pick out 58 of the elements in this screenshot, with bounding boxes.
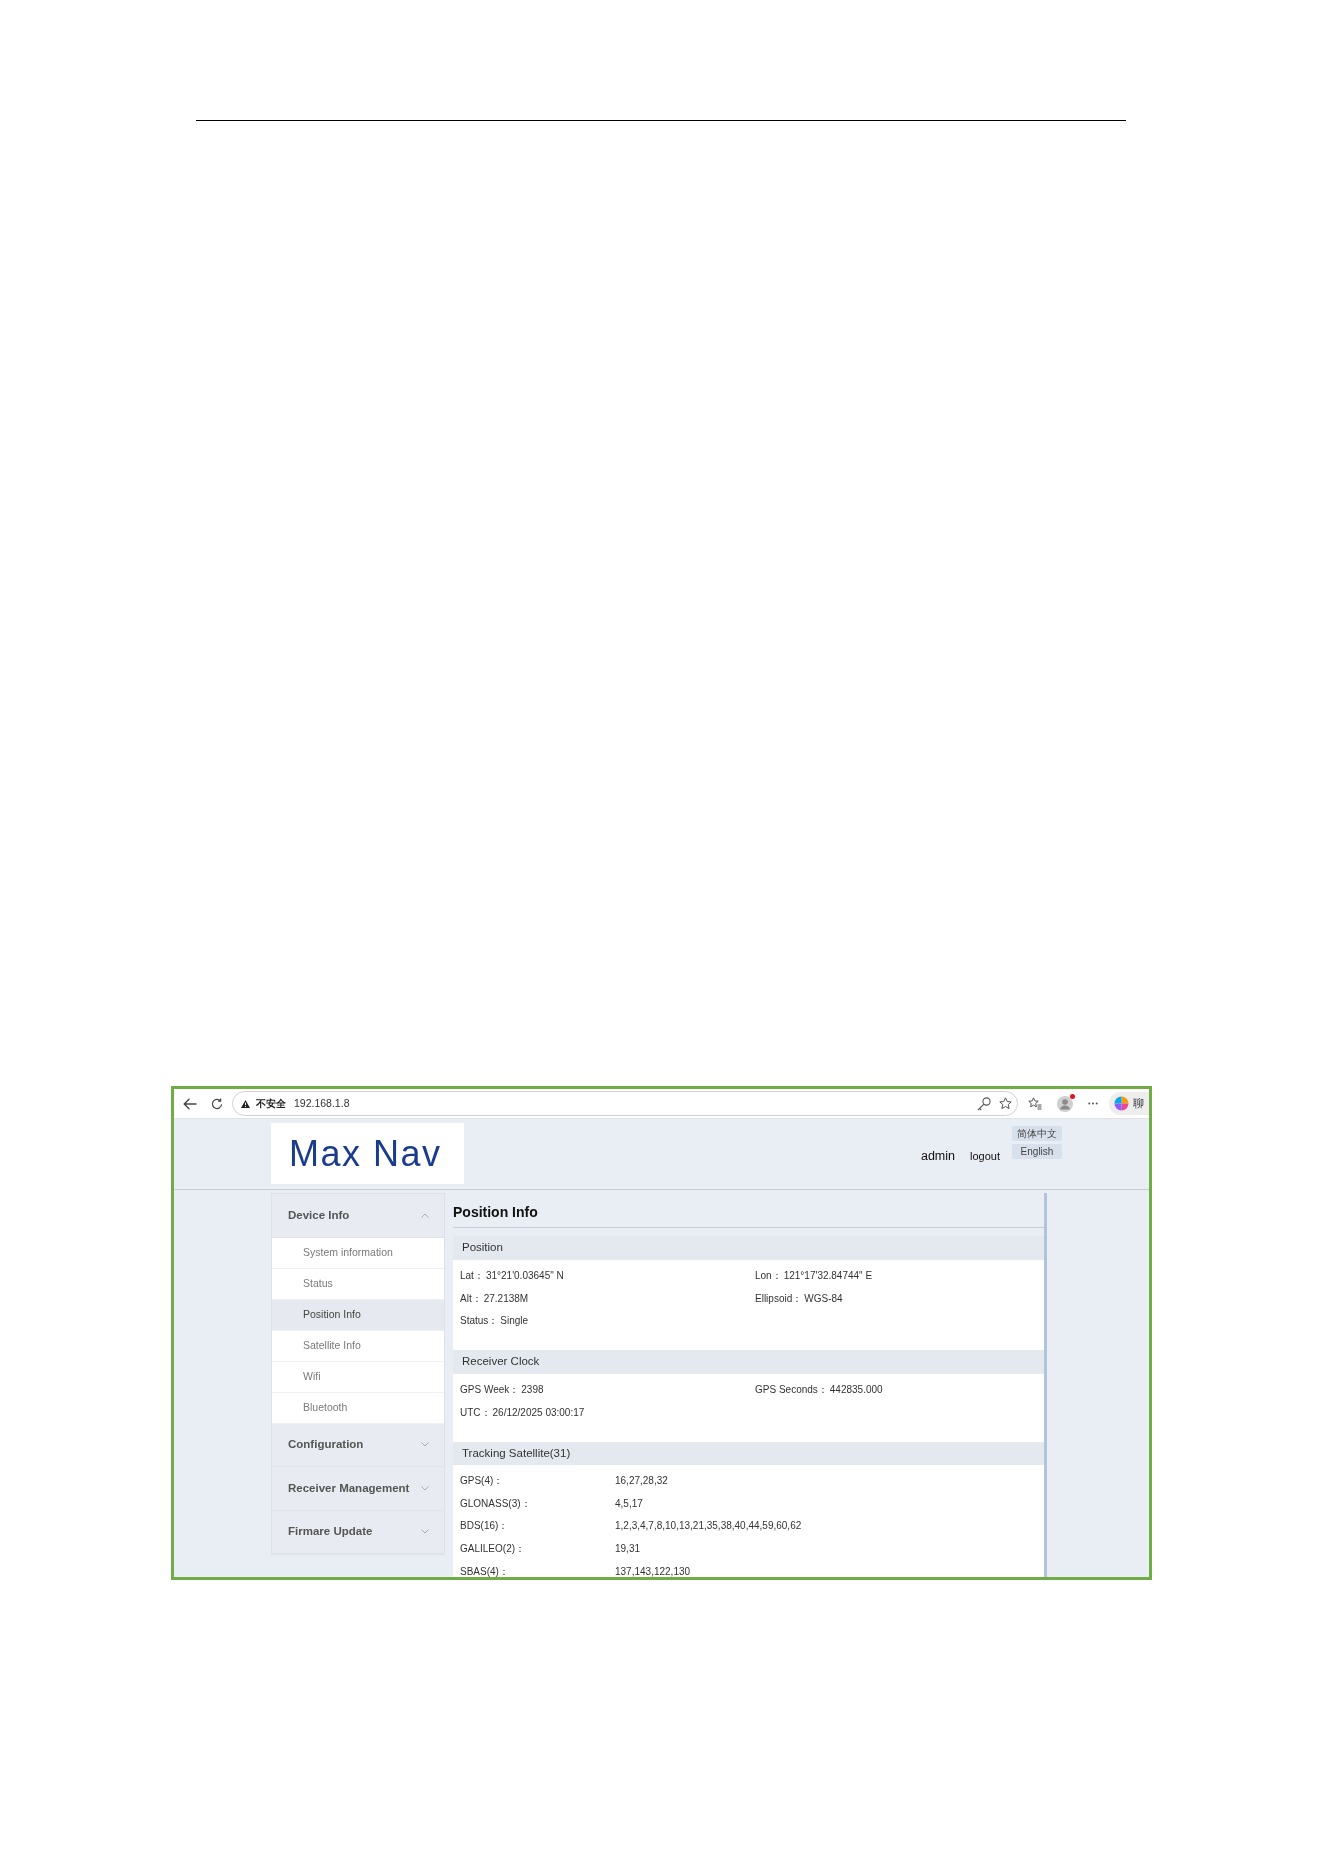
sidebar-item[interactable]: System information	[272, 1237, 444, 1269]
app-logo-icon	[1114, 1096, 1129, 1111]
star-icon[interactable]	[999, 1097, 1012, 1110]
field-value: 19,31	[615, 1541, 642, 1556]
reload-icon[interactable]	[211, 1097, 223, 1110]
field-value: 26/12/2025 03:00:17	[492, 1405, 585, 1420]
username-label: admin	[920, 1148, 955, 1165]
sidebar-group-header[interactable]: Receiver Management	[272, 1467, 444, 1511]
field-label: GLONASS(3)：	[460, 1496, 532, 1511]
profile-icon[interactable]	[1057, 1095, 1073, 1112]
sidebar-group-header[interactable]: Firmare Update	[272, 1510, 444, 1554]
field-label: Alt：	[460, 1291, 482, 1306]
field-label: Lon：	[755, 1269, 782, 1284]
field-value: 1,2,3,4,7,8,10,13,21,35,38,40,44,59,60,62	[615, 1519, 803, 1534]
field-value: 2398	[521, 1383, 544, 1398]
page-title: Position Info	[453, 1202, 538, 1222]
field-label: Status：	[460, 1314, 499, 1329]
field-value: 16,27,28,32	[615, 1473, 669, 1488]
sidebar-item[interactable]: Status	[272, 1268, 444, 1300]
security-label[interactable]: 不安全	[256, 1096, 286, 1111]
favorites-icon[interactable]	[1028, 1097, 1042, 1110]
scrollbar[interactable]	[1044, 1193, 1047, 1577]
sidebar-group-header[interactable]: Device Info	[272, 1194, 444, 1238]
section-header: Position	[453, 1236, 1044, 1260]
field-value: 31°21'0.03645" N	[485, 1269, 564, 1284]
warning-icon[interactable]	[241, 1099, 250, 1108]
sidebar-item[interactable]: Satellite Info	[272, 1330, 444, 1362]
url-text[interactable]: 192.168.1.8	[294, 1095, 350, 1112]
sidebar-item[interactable]: Bluetooth	[272, 1392, 444, 1424]
field-label: GPS Seconds：	[755, 1383, 828, 1398]
chat-button[interactable]: 聊	[1109, 1092, 1149, 1115]
field-label: SBAS(4)：	[460, 1564, 510, 1577]
field-value: 137,143,122,130	[615, 1564, 692, 1577]
field-value: 121°17'32.84744" E	[783, 1269, 873, 1284]
section-header: Tracking Satellite(31)	[453, 1441, 1044, 1465]
field-label: GPS(4)：	[460, 1473, 505, 1488]
logout-link[interactable]: logout	[970, 1148, 1000, 1165]
more-icon[interactable]	[1088, 1102, 1098, 1105]
sidebar-item[interactable]: Wifi	[272, 1361, 444, 1393]
field-value: WGS-84	[804, 1291, 843, 1306]
field-value: 27.2138M	[483, 1291, 529, 1306]
key-icon[interactable]	[977, 1096, 991, 1111]
back-icon[interactable]	[183, 1097, 197, 1110]
field-label: Lat：	[460, 1269, 484, 1284]
field-label: Ellipsoid：	[755, 1291, 803, 1306]
field-label: BDS(16)：	[460, 1519, 510, 1534]
sidebar-group-header[interactable]: Configuration	[272, 1423, 444, 1467]
logo-text: Max Nav	[289, 1135, 442, 1172]
field-value: 442835.000	[829, 1383, 883, 1398]
field-label: GALILEO(2)：	[460, 1541, 527, 1556]
language-button[interactable]: English	[1012, 1144, 1062, 1159]
field-label: UTC：	[460, 1405, 491, 1420]
section-header: Receiver Clock	[453, 1350, 1044, 1374]
language-button[interactable]: 简体中文	[1012, 1126, 1062, 1141]
field-label: GPS Week：	[460, 1383, 520, 1398]
field-value: 4,5,17	[615, 1496, 644, 1511]
field-value: Single	[500, 1314, 529, 1329]
notification-dot-icon	[1070, 1093, 1075, 1099]
